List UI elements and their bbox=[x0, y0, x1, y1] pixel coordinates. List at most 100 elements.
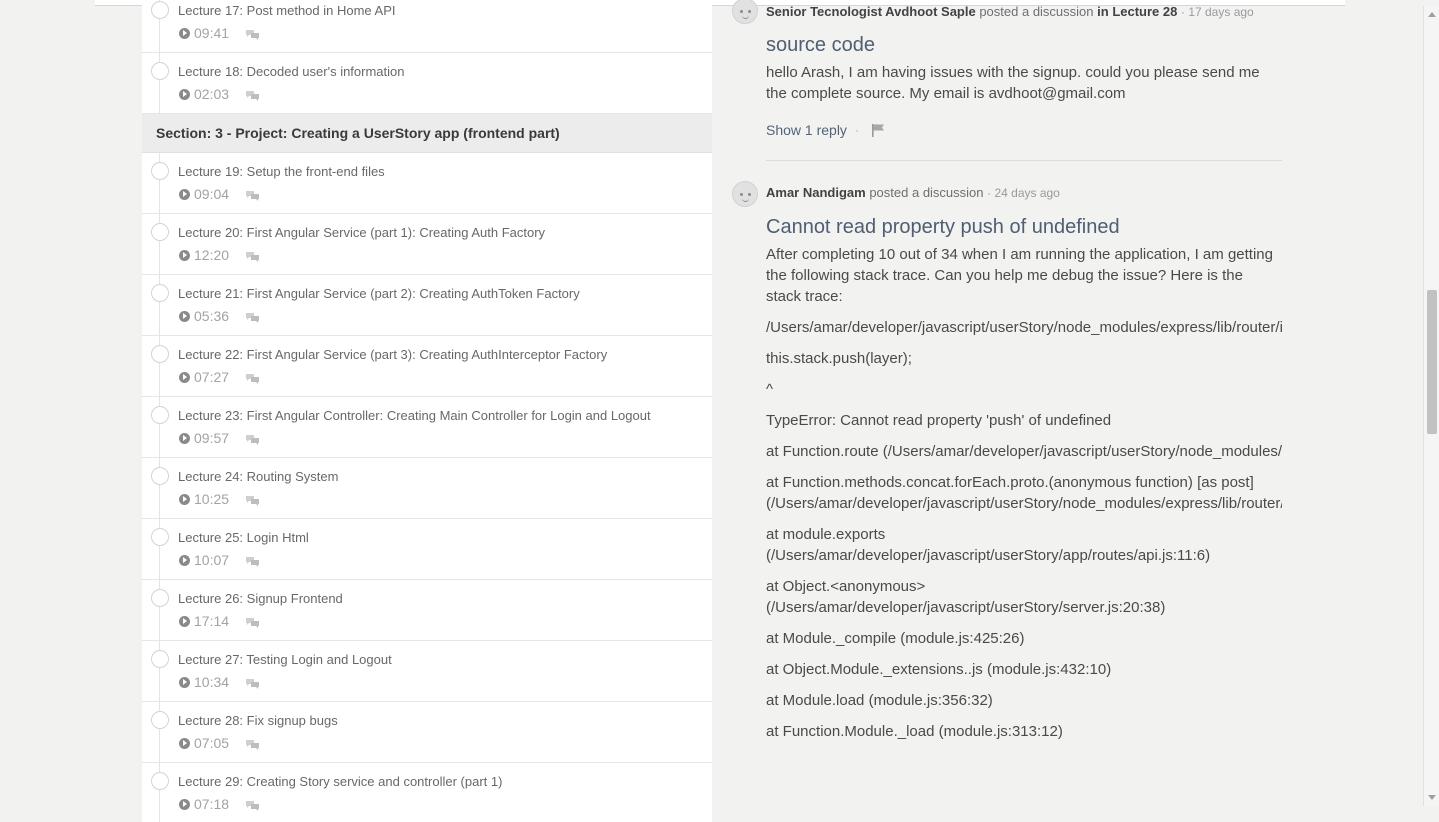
lecture-meta: 09:04 bbox=[179, 186, 260, 202]
completion-circle-icon[interactable] bbox=[151, 650, 169, 668]
completion-circle-icon[interactable] bbox=[151, 345, 169, 363]
completion-circle-icon[interactable] bbox=[151, 772, 169, 790]
completion-circle-icon[interactable] bbox=[151, 406, 169, 424]
play-icon bbox=[179, 310, 190, 322]
timeline-line bbox=[159, 702, 160, 711]
avatar[interactable] bbox=[732, 181, 758, 207]
discussion-post: Senior Tecnologist Avdhoot Saple posted … bbox=[730, 0, 1290, 170]
timeline-line bbox=[159, 363, 160, 397]
chat-icon[interactable] bbox=[245, 678, 260, 689]
separator-dot: · bbox=[854, 123, 859, 137]
lecture-title[interactable]: Lecture 28: Fix signup bugs bbox=[178, 713, 338, 728]
section-title: Section: 3 - Project: Creating a UserSto… bbox=[156, 125, 560, 141]
completion-circle-icon[interactable] bbox=[151, 711, 169, 729]
lecture-title[interactable]: Lecture 29: Creating Story service and c… bbox=[178, 774, 502, 789]
scroll-up-arrow-icon[interactable] bbox=[1428, 12, 1436, 17]
stack-trace-line: at Function.route (/Users/amar/developer… bbox=[766, 443, 1282, 460]
timeline-line bbox=[159, 790, 160, 822]
replies-row: Show 1 reply · bbox=[766, 122, 886, 138]
lecture-title[interactable]: Lecture 25: Login Html bbox=[178, 530, 309, 545]
lecture-item[interactable]: Lecture 18: Decoded user's information 02… bbox=[142, 53, 712, 114]
lecture-item[interactable]: Lecture 24: Routing System 10:25 bbox=[142, 458, 712, 519]
completion-circle-icon[interactable] bbox=[151, 1, 169, 19]
lecture-title[interactable]: Lecture 23: First Angular Controller: Cr… bbox=[178, 408, 651, 423]
play-icon bbox=[179, 27, 190, 39]
completion-circle-icon[interactable] bbox=[151, 467, 169, 485]
play-icon bbox=[179, 249, 190, 261]
lecture-item[interactable]: Lecture 17: Post method in Home API 09:41 bbox=[142, 0, 712, 53]
timeline-line bbox=[159, 153, 160, 162]
lecture-item[interactable]: Lecture 26: Signup Frontend 17:14 bbox=[142, 580, 712, 641]
lecture-item[interactable]: Lecture 22: First Angular Service (part … bbox=[142, 336, 712, 397]
lecture-duration: 17:14 bbox=[194, 613, 230, 629]
lecture-title[interactable]: Lecture 19: Setup the front-end files bbox=[178, 164, 385, 179]
lecture-meta: 05:36 bbox=[179, 308, 260, 324]
author-name[interactable]: Amar Nandigam bbox=[766, 185, 866, 200]
lecture-item[interactable]: Lecture 29: Creating Story service and c… bbox=[142, 763, 712, 822]
lecture-meta: 09:41 bbox=[179, 25, 260, 41]
chat-icon[interactable] bbox=[245, 90, 260, 101]
chat-icon[interactable] bbox=[245, 556, 260, 567]
lecture-duration: 09:41 bbox=[194, 25, 230, 41]
post-title[interactable]: Cannot read property push of undefined bbox=[766, 216, 1120, 239]
lecture-meta: 10:25 bbox=[179, 491, 260, 507]
lecture-item[interactable]: Lecture 27: Testing Login and Logout 10:3… bbox=[142, 641, 712, 702]
author-name[interactable]: Senior Tecnologist Avdhoot Saple bbox=[766, 4, 976, 19]
post-timestamp: · 24 days ago bbox=[987, 186, 1060, 200]
completion-circle-icon[interactable] bbox=[151, 589, 169, 607]
timeline-line bbox=[159, 336, 160, 345]
lecture-duration: 07:27 bbox=[194, 369, 230, 385]
lecture-meta: 10:07 bbox=[179, 552, 260, 568]
play-icon bbox=[179, 493, 190, 505]
lecture-title[interactable]: Lecture 26: Signup Frontend bbox=[178, 591, 343, 606]
chat-icon[interactable] bbox=[245, 190, 260, 201]
lecture-duration: 07:18 bbox=[194, 796, 230, 812]
post-paragraph: hello Arash, I am having issues with the… bbox=[766, 64, 1260, 102]
chat-icon[interactable] bbox=[245, 617, 260, 628]
lecture-item[interactable]: Lecture 21: First Angular Service (part … bbox=[142, 275, 712, 336]
lecture-title[interactable]: Lecture 22: First Angular Service (part … bbox=[178, 347, 607, 362]
scrollbar-thumb[interactable] bbox=[1427, 290, 1437, 434]
chat-icon[interactable] bbox=[245, 434, 260, 445]
lecture-item[interactable]: Lecture 23: First Angular Controller: Cr… bbox=[142, 397, 712, 458]
lecture-title[interactable]: Lecture 18: Decoded user's information bbox=[178, 64, 405, 79]
lecture-meta: 07:05 bbox=[179, 735, 260, 751]
lecture-title[interactable]: Lecture 17: Post method in Home API bbox=[178, 3, 396, 18]
completion-circle-icon[interactable] bbox=[151, 223, 169, 241]
lecture-title[interactable]: Lecture 24: Routing System bbox=[178, 469, 338, 484]
lecture-duration: 09:04 bbox=[194, 186, 230, 202]
lecture-item[interactable]: Lecture 28: Fix signup bugs 07:05 bbox=[142, 702, 712, 763]
completion-circle-icon[interactable] bbox=[151, 528, 169, 546]
chat-icon[interactable] bbox=[245, 495, 260, 506]
play-icon bbox=[179, 554, 190, 566]
avatar[interactable] bbox=[732, 0, 758, 24]
completion-circle-icon[interactable] bbox=[151, 162, 169, 180]
timeline-line bbox=[159, 485, 160, 519]
lecture-title[interactable]: Lecture 20: First Angular Service (part … bbox=[178, 225, 545, 240]
show-replies-link[interactable]: Show 1 reply bbox=[766, 122, 847, 138]
post-title[interactable]: source code bbox=[766, 34, 875, 57]
flag-icon[interactable] bbox=[871, 123, 886, 137]
timeline-line bbox=[159, 214, 160, 223]
lecture-title[interactable]: Lecture 27: Testing Login and Logout bbox=[178, 652, 392, 667]
lecture-item[interactable]: Lecture 25: Login Html 10:07 bbox=[142, 519, 712, 580]
timeline-line bbox=[159, 180, 160, 214]
chat-icon[interactable] bbox=[245, 312, 260, 323]
play-icon bbox=[179, 432, 190, 444]
chat-icon[interactable] bbox=[245, 373, 260, 384]
lecture-link[interactable]: Lecture 28 bbox=[1112, 4, 1177, 19]
scroll-down-arrow-icon[interactable] bbox=[1428, 795, 1436, 800]
lecture-meta: 10:34 bbox=[179, 674, 260, 690]
completion-circle-icon[interactable] bbox=[151, 284, 169, 302]
timeline-line bbox=[159, 763, 160, 772]
page-scrollbar[interactable] bbox=[1423, 6, 1439, 806]
chat-icon[interactable] bbox=[245, 29, 260, 40]
lecture-item[interactable]: Lecture 19: Setup the front-end files 09:… bbox=[142, 153, 712, 214]
chat-icon[interactable] bbox=[245, 251, 260, 262]
stack-trace-line: /Users/amar/developer/javascript/userSto… bbox=[766, 319, 1282, 336]
chat-icon[interactable] bbox=[245, 739, 260, 750]
lecture-title[interactable]: Lecture 21: First Angular Service (part … bbox=[178, 286, 580, 301]
lecture-item[interactable]: Lecture 20: First Angular Service (part … bbox=[142, 214, 712, 275]
completion-circle-icon[interactable] bbox=[151, 62, 169, 80]
timeline-line bbox=[159, 424, 160, 458]
